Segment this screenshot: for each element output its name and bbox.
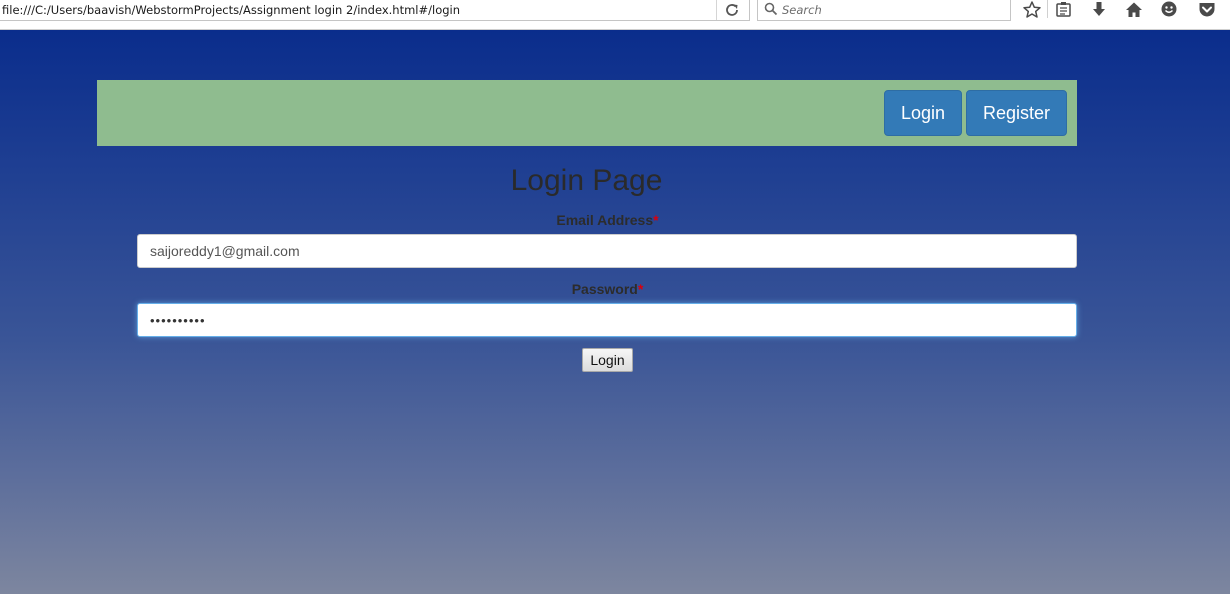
download-icon[interactable] [1089, 0, 1109, 20]
star-icon[interactable] [1022, 0, 1042, 20]
email-label-text: Email Address [556, 212, 654, 228]
url-divider [716, 0, 717, 20]
password-label-text: Password [571, 281, 638, 297]
nav-login-button[interactable]: Login [884, 90, 962, 136]
search-box[interactable] [757, 0, 1011, 21]
search-icon [764, 2, 778, 16]
navbar: Login Register [97, 80, 1077, 146]
required-marker: * [637, 281, 644, 297]
required-marker: * [653, 212, 659, 228]
smiley-icon[interactable] [1159, 0, 1179, 20]
pocket-icon[interactable] [1197, 0, 1217, 20]
email-label: Email Address* [0, 212, 1215, 228]
reload-icon[interactable] [724, 2, 742, 18]
reading-list-icon[interactable] [1054, 0, 1074, 20]
nav-register-button[interactable]: Register [966, 90, 1067, 136]
page-title: Login Page [510, 164, 663, 197]
search-input[interactable] [782, 1, 1002, 18]
page-background: Login Register Login Page Email Address*… [0, 30, 1230, 594]
login-submit-button[interactable]: Login [582, 348, 633, 372]
email-input[interactable] [137, 234, 1077, 268]
password-input[interactable] [137, 303, 1077, 337]
password-label: Password* [0, 281, 1215, 297]
url-bar[interactable]: file:///C:/Users/baavish/WebstormProject… [0, 0, 750, 21]
toolbar-divider [1047, 0, 1048, 18]
url-text[interactable]: file:///C:/Users/baavish/WebstormProject… [2, 3, 460, 17]
home-icon[interactable] [1124, 0, 1144, 20]
browser-toolbar: file:///C:/Users/baavish/WebstormProject… [0, 0, 1230, 30]
